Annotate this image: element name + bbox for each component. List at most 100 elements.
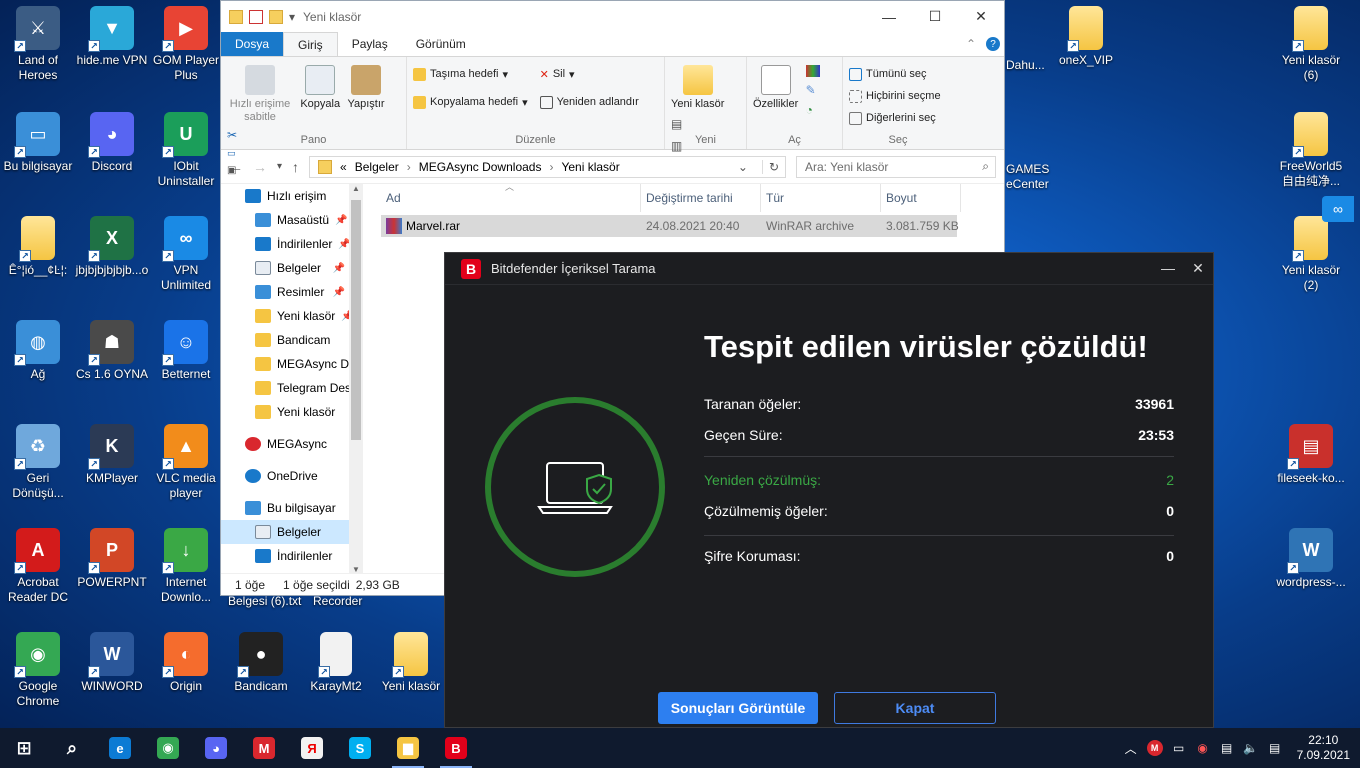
- quick-access-dropdown-icon[interactable]: ▾: [289, 10, 295, 24]
- explorer-titlebar[interactable]: ▾ Yeni klasör — ☐ ✕: [221, 1, 1004, 32]
- desktop-icon-jbjbjbjbjbjb-o[interactable]: X ↗ jbjbjbjbjbjb...o: [74, 216, 150, 278]
- new-item-icon[interactable]: ▤: [671, 117, 682, 131]
- maximize-button[interactable]: ☐: [912, 2, 958, 32]
- new-folder-button[interactable]: Yeni klasör: [671, 63, 724, 111]
- network-status-icon[interactable]: ▤: [1219, 740, 1235, 756]
- edit-icon[interactable]: ✎: [806, 83, 820, 97]
- copy-path-icon[interactable]: ▭: [227, 148, 237, 159]
- tab-giris[interactable]: Giriş: [283, 32, 338, 56]
- column-header-name[interactable]: Ad ︿: [381, 182, 641, 212]
- desktop-icon-winword[interactable]: W ↗ WINWORD: [74, 632, 150, 694]
- breadcrumb-belgeler[interactable]: Belgeler: [355, 160, 399, 174]
- desktop-icon-internet-downlo[interactable]: ↓ ↗ Internet Downlo...: [148, 528, 224, 605]
- paste-shortcut-icon[interactable]: ▣: [227, 165, 237, 176]
- copy-to-button[interactable]: Kopyalama hedefi ▾: [413, 91, 528, 113]
- desktop-icon-fileseek-ko[interactable]: ▤ ↗ fileseek-ko...: [1273, 424, 1349, 486]
- paste-button[interactable]: Yapıştır: [347, 63, 385, 111]
- desktop-icon-kmplayer[interactable]: K ↗ KMPlayer: [74, 424, 150, 486]
- scrollbar-thumb[interactable]: [351, 200, 361, 440]
- desktop-icon-google-chrome[interactable]: ◉ ↗ Google Chrome: [0, 632, 76, 709]
- nav-item-belgeler[interactable]: Belgeler: [221, 520, 349, 544]
- show-hidden-icons-icon[interactable]: ︿: [1123, 740, 1139, 756]
- desktop-icon-karaymt2[interactable]: ↗ KarayMt2: [298, 632, 374, 694]
- desktop-icon-bandicam[interactable]: ● ↗ Bandicam: [223, 632, 299, 694]
- desktop-icon-bu-bilgisayar[interactable]: ▭ ↗ Bu bilgisayar: [0, 112, 76, 174]
- taskbar-yandex-button[interactable]: Я: [288, 728, 336, 768]
- desktop-icon-discord[interactable]: ◕ ↗ Discord: [74, 112, 150, 174]
- breadcrumb-current[interactable]: Yeni klasör: [561, 160, 619, 174]
- desktop-icon-yeni-klas-r[interactable]: ↗ Yeni klasör: [373, 632, 449, 694]
- pin-quick-access-button[interactable]: Hızlı erişime sabitle: [227, 63, 293, 124]
- help-icon[interactable]: ?: [986, 37, 1000, 51]
- volume-icon[interactable]: 🔈: [1243, 740, 1259, 756]
- nav-item-yeni-klas-r[interactable]: Yeni klasör: [221, 400, 349, 424]
- clock[interactable]: 22:10 7.09.2021: [1297, 733, 1350, 763]
- nav-item-bu-bilgisayar[interactable]: Bu bilgisayar: [221, 496, 349, 520]
- up-arrow-icon[interactable]: ↑: [292, 159, 299, 175]
- view-results-button[interactable]: Sonuçları Görüntüle: [658, 692, 818, 724]
- pin-icon[interactable]: 📌: [333, 287, 345, 298]
- network-icon[interactable]: ▭: [1171, 740, 1187, 756]
- taskbar-start-button[interactable]: ⊞: [0, 728, 48, 768]
- taskbar-bitdefender-button[interactable]: B: [432, 728, 480, 768]
- properties-button[interactable]: Özellikler: [753, 63, 798, 111]
- nav-item-telegram-desk[interactable]: Telegram Desk: [221, 376, 349, 400]
- mega-tray-icon[interactable]: M: [1146, 740, 1163, 756]
- nav-item-resimler[interactable]: Resimler 📌: [221, 280, 349, 304]
- nav-item-yeni-klas-r[interactable]: Yeni klasör 📌: [221, 304, 349, 328]
- nav-item-bandicam[interactable]: Bandicam: [221, 328, 349, 352]
- select-none-button[interactable]: Hiçbirini seçme: [849, 85, 947, 107]
- desktop-icon-a[interactable]: ◍ ↗ Ağ: [0, 320, 76, 382]
- desktop-icon-vpn-unlimited[interactable]: ∞ ↗ VPN Unlimited: [148, 216, 224, 293]
- address-dropdown-icon[interactable]: ⌄: [738, 160, 754, 174]
- column-header-type[interactable]: Tür: [761, 184, 881, 212]
- search-box[interactable]: Ara: Yeni klasör ⌕: [796, 155, 996, 178]
- bitdefender-titlebar[interactable]: B Bitdefender İçeriksel Tarama — ✕: [445, 253, 1213, 285]
- desktop-icon-freeworld5[interactable]: ↗ FreeWorld5 自由纯净...: [1273, 112, 1349, 189]
- taskbar-edge-button[interactable]: e: [96, 728, 144, 768]
- desktop-icon-onex-vip[interactable]: ↗ oneX_VIP: [1048, 6, 1124, 68]
- breadcrumb-megasync[interactable]: MEGAsync Downloads: [419, 160, 542, 174]
- desktop-icon-land-of-heroes[interactable]: ⚔ ↗ Land of Heroes: [0, 6, 76, 83]
- desktop-icon-hide-me-vpn[interactable]: ▼ ↗ hide.me VPN: [74, 6, 150, 68]
- column-header-date[interactable]: Değiştirme tarihi: [641, 184, 761, 212]
- column-header-size[interactable]: Boyut: [881, 184, 961, 212]
- taskbar-explorer-button[interactable]: ▆: [384, 728, 432, 768]
- taskbar-chrome-button[interactable]: ◉: [144, 728, 192, 768]
- close-dialog-button[interactable]: Kapat: [834, 692, 996, 724]
- delete-button[interactable]: ✕ Sil ▾: [540, 63, 639, 85]
- forward-arrow-icon[interactable]: →: [253, 159, 267, 175]
- desktop-icon-acrobat-reader-dc[interactable]: A ↗ Acrobat Reader DC: [0, 528, 76, 605]
- file-row[interactable]: Marvel.rar 24.08.2021 20:40 WinRAR archi…: [381, 215, 959, 237]
- desktop-icon-betternet[interactable]: ☺ ↗ Betternet: [148, 320, 224, 382]
- pin-icon[interactable]: 📌: [341, 311, 349, 322]
- nav-item-megasync-do[interactable]: MEGAsync Do: [221, 352, 349, 376]
- move-to-button[interactable]: Taşıma hedefi ▾: [413, 63, 528, 85]
- desktop-icon-i[interactable]: ↗ Ê°¦ió__¢Ŀ¦:: [0, 216, 76, 278]
- properties-icon[interactable]: [249, 9, 263, 24]
- tab-gorunum[interactable]: Görünüm: [402, 32, 480, 56]
- new-folder-icon[interactable]: [269, 9, 283, 24]
- nav-item-h-zl-eri-im[interactable]: Hızlı erişim: [221, 184, 349, 208]
- desktop-icon-cs-1-6-oyna[interactable]: ☗ ↗ Cs 1.6 OYNA: [74, 320, 150, 382]
- nav-item-megasync[interactable]: MEGAsync: [221, 432, 349, 456]
- recent-locations-icon[interactable]: ▾: [277, 161, 282, 172]
- open-icon[interactable]: [805, 65, 820, 77]
- history-icon[interactable]: ◔: [806, 103, 820, 117]
- pin-icon[interactable]: 📌: [333, 263, 345, 274]
- bitdefender-window[interactable]: B Bitdefender İçeriksel Tarama — ✕ Tespi…: [444, 252, 1214, 728]
- navigation-scrollbar[interactable]: ▲ ▼: [349, 184, 363, 574]
- pin-icon[interactable]: 📌: [338, 239, 349, 250]
- close-button[interactable]: ✕: [1183, 260, 1213, 277]
- taskbar-skype-button[interactable]: S: [336, 728, 384, 768]
- tab-paylas[interactable]: Paylaş: [338, 32, 402, 56]
- taskbar-mega-button[interactable]: M: [240, 728, 288, 768]
- taskbar-discord-button[interactable]: ◕: [192, 728, 240, 768]
- nav-item-masa-st[interactable]: Masaüstü 📌: [221, 208, 349, 232]
- desktop-icon-gom-player-plus[interactable]: ▶ ↗ GOM Player Plus: [148, 6, 224, 83]
- baidu-netdisk-float-icon[interactable]: ∞: [1322, 196, 1354, 222]
- close-button[interactable]: ✕: [958, 2, 1004, 32]
- desktop-icon-origin[interactable]: ◐ ↗ Origin: [148, 632, 224, 694]
- nav-item-i-ndirilenler[interactable]: İndirilenler 📌: [221, 232, 349, 256]
- nav-item-onedrive[interactable]: OneDrive: [221, 464, 349, 488]
